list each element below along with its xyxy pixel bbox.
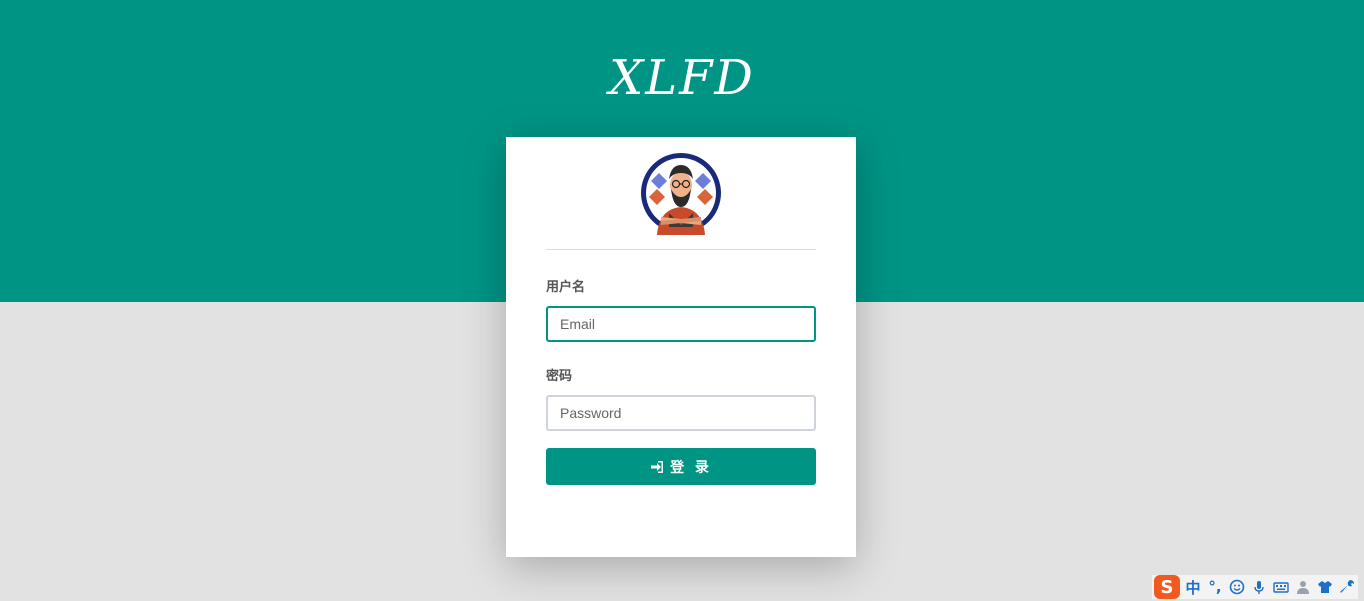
barber-avatar-logo: [641, 153, 721, 235]
login-card: 用户名 密码 登 录: [506, 137, 856, 557]
wrench-icon[interactable]: [1338, 577, 1356, 597]
microphone-icon[interactable]: [1250, 577, 1268, 597]
login-button-label: 登 录: [670, 459, 712, 476]
username-label: 用户名: [546, 280, 586, 295]
avatar-container: [506, 151, 856, 235]
keyboard-icon[interactable]: [1272, 577, 1290, 597]
user-icon[interactable]: [1294, 577, 1312, 597]
email-field[interactable]: [546, 306, 816, 342]
password-label: 密码: [546, 369, 573, 384]
skin-icon[interactable]: [1316, 577, 1334, 597]
brand-title: XLFD: [609, 50, 755, 106]
password-field[interactable]: [546, 395, 816, 431]
ime-punct-toggle[interactable]: °,: [1206, 577, 1224, 597]
login-button[interactable]: 登 录: [546, 448, 816, 485]
sign-in-icon: [651, 460, 664, 473]
ime-mode-toggle[interactable]: 中: [1184, 577, 1202, 597]
ime-toolbar: S 中 °,: [1152, 575, 1358, 599]
emoji-icon[interactable]: [1228, 577, 1246, 597]
sogou-logo-icon[interactable]: S: [1154, 575, 1180, 599]
card-divider: [546, 249, 816, 250]
